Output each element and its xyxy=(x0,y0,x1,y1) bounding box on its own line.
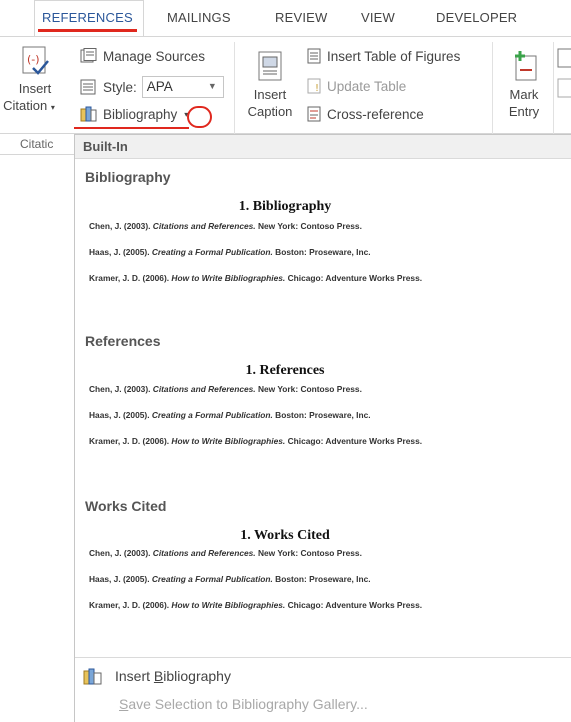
bibliography-icon xyxy=(80,106,97,122)
style-icon xyxy=(80,79,96,95)
insert-caption-label-1: Insert xyxy=(253,87,287,102)
citations-group-label: Citatic xyxy=(20,137,54,151)
insert-citation-label-2: Citation ▾ xyxy=(3,98,55,113)
insert-table-of-figures-button[interactable]: Insert Table of Figures xyxy=(306,48,460,64)
gallery-entry: Chen, J. (2003). Citations and Reference… xyxy=(89,548,362,558)
gallery-entry: Kramer, J. D. (2006). How to Write Bibli… xyxy=(89,273,423,283)
svg-text:!: ! xyxy=(315,83,319,94)
document-area xyxy=(0,155,74,722)
cross-reference-icon xyxy=(307,106,321,122)
ribbon-separator xyxy=(234,42,235,134)
tab-developer[interactable]: DEVELOPER xyxy=(436,10,517,25)
insert-caption-icon xyxy=(258,51,282,81)
insert-bibliography-icon xyxy=(83,668,102,685)
bibliography-label: Bibliography xyxy=(103,106,178,122)
bibliography-gallery-dropdown: Built-In Bibliography 1. Bibliography Ch… xyxy=(74,134,571,722)
bibliography-button[interactable]: Bibliography ▾ xyxy=(80,106,188,122)
gallery-item-title: Bibliography xyxy=(85,169,171,185)
style-row: Style: APA ▼ xyxy=(80,76,224,98)
tab-mailings[interactable]: MAILINGS xyxy=(167,10,231,25)
insert-citation-label-1: Insert xyxy=(18,81,52,96)
mark-entry-label-2: Entry xyxy=(508,104,540,119)
gallery-footer-divider xyxy=(75,657,571,658)
gallery-entry: Haas, J. (2005). Creating a Formal Publi… xyxy=(89,247,371,257)
update-table-button[interactable]: ! Update Table xyxy=(306,78,406,94)
manage-sources-icon xyxy=(80,48,97,63)
svg-text:(-): (-) xyxy=(27,53,40,66)
gallery-entry: Haas, J. (2005). Creating a Formal Publi… xyxy=(89,410,371,420)
tab-references[interactable]: REFERENCES xyxy=(38,10,137,32)
gallery-item-heading: 1. References xyxy=(245,363,325,378)
insert-caption-label-2: Caption xyxy=(247,104,293,119)
tab-view[interactable]: VIEW xyxy=(361,10,395,25)
insert-citation-button[interactable]: (-) Insert Citation ▾ xyxy=(0,44,70,116)
style-select[interactable]: APA ▼ xyxy=(141,76,224,98)
gallery-item-title: Works Cited xyxy=(85,498,167,514)
manage-sources-label: Manage Sources xyxy=(103,48,206,64)
update-table-label: Update Table xyxy=(327,78,407,94)
partial-ribbon-icon xyxy=(557,78,571,98)
ribbon-separator xyxy=(553,42,554,134)
update-table-icon: ! xyxy=(307,78,321,94)
mark-entry-label-1: Mark xyxy=(509,87,539,102)
gallery-header-built-in: Built-In xyxy=(75,135,571,159)
gallery-item-title: References xyxy=(85,333,161,349)
insert-caption-button[interactable]: Insert Caption xyxy=(240,50,300,120)
insert-citation-icon: (-) xyxy=(22,46,49,75)
bibliography-caret-highlight xyxy=(187,106,212,128)
cross-reference-button[interactable]: Cross-reference xyxy=(306,106,424,122)
style-dropdown-arrow-icon: ▼ xyxy=(207,81,217,91)
cross-reference-label: Cross-reference xyxy=(327,106,424,122)
insert-bibliography-label: Insert Bibliography xyxy=(115,668,231,684)
gallery-entry: Kramer, J. D. (2006). How to Write Bibli… xyxy=(89,436,423,446)
ribbon-separator xyxy=(492,42,493,134)
mark-entry-icon xyxy=(515,51,537,81)
gallery-entry: Chen, J. (2003). Citations and Reference… xyxy=(89,221,362,231)
gallery-entry: Kramer, J. D. (2006). How to Write Bibli… xyxy=(89,600,423,610)
tab-review[interactable]: REVIEW xyxy=(275,10,327,25)
ribbon-tab-bar: REFERENCES MAILINGS REVIEW VIEW DEVELOPE… xyxy=(0,0,571,37)
partial-ribbon-icon xyxy=(557,48,571,68)
gallery-item-heading: 1. Bibliography xyxy=(238,199,332,214)
insert-bibliography-menu-item[interactable]: Insert Bibliography xyxy=(83,667,231,685)
manage-sources-button[interactable]: Manage Sources xyxy=(80,48,205,64)
gallery-entry: Chen, J. (2003). Citations and Reference… xyxy=(89,384,362,394)
insert-table-of-figures-label: Insert Table of Figures xyxy=(327,48,461,64)
gallery-entry: Haas, J. (2005). Creating a Formal Publi… xyxy=(89,574,371,584)
gallery-item-heading: 1. Works Cited xyxy=(240,528,330,543)
style-label: Style: xyxy=(103,79,137,95)
bibliography-underline xyxy=(74,127,189,129)
save-selection-menu-item[interactable]: Save Selection to Bibliography Gallery..… xyxy=(119,696,368,712)
table-of-figures-icon xyxy=(307,48,321,64)
save-selection-label: Save Selection to Bibliography Gallery..… xyxy=(119,696,368,712)
mark-entry-button[interactable]: Mark Entry xyxy=(498,50,550,120)
